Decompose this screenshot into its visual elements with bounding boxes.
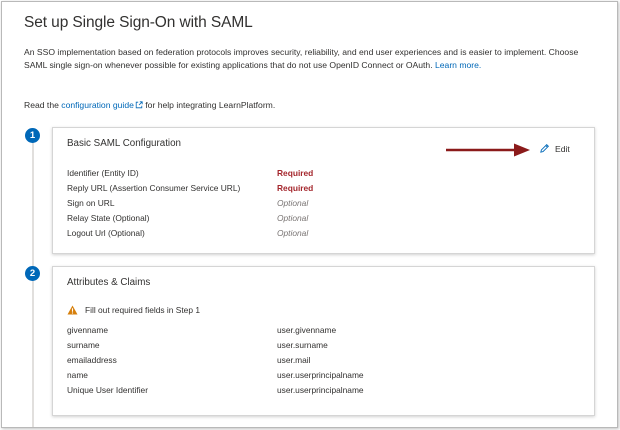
edit-label: Edit: [555, 143, 570, 154]
page-title: Set up Single Sign-On with SAML: [24, 14, 253, 31]
field-label: Relay State (Optional): [67, 213, 150, 223]
field-label: Sign on URL: [67, 198, 115, 208]
claim-name: givenname: [67, 325, 108, 335]
claim-value: user.mail: [277, 355, 311, 365]
pencil-icon: [540, 144, 549, 153]
annotation-arrow-icon: [446, 143, 530, 157]
field-status: Optional: [277, 228, 309, 238]
warning-triangle-icon: [67, 305, 78, 315]
field-status: Required: [277, 183, 314, 193]
step-2-badge: 2: [25, 266, 40, 281]
learn-more-link[interactable]: Learn more.: [435, 60, 481, 70]
field-label: Identifier (Entity ID): [67, 168, 139, 178]
edit-button[interactable]: Edit: [539, 143, 570, 154]
configuration-guide-line: Read the configuration guide for help in…: [24, 100, 275, 110]
saml-setup-panel: Set up Single Sign-On with SAML An SSO i…: [1, 1, 618, 428]
claim-name: surname: [67, 340, 100, 350]
step-1-badge: 1: [25, 128, 40, 143]
intro-text: An SSO implementation based on federatio…: [24, 47, 579, 70]
field-label: Logout Url (Optional): [67, 228, 145, 238]
claim-name: name: [67, 370, 88, 380]
attributes-claims-card: Attributes & Claims Fill out required fi…: [52, 266, 595, 416]
claim-value: user.surname: [277, 340, 328, 350]
card-title: Attributes & Claims: [67, 277, 151, 288]
steps-timeline: [32, 138, 34, 427]
field-status: Optional: [277, 198, 309, 208]
intro-paragraph: An SSO implementation based on federatio…: [24, 46, 592, 71]
claim-name: emailaddress: [67, 355, 117, 365]
field-status: Required: [277, 168, 314, 178]
claim-name: Unique User Identifier: [67, 385, 148, 395]
claim-value: user.givenname: [277, 325, 337, 335]
configuration-guide-link[interactable]: configuration guide: [61, 100, 143, 110]
claim-value: user.userprincipalname: [277, 370, 364, 380]
read-prefix: Read the: [24, 100, 59, 110]
field-status: Optional: [277, 213, 309, 223]
card-title: Basic SAML Configuration: [67, 138, 181, 149]
warning-text: Fill out required fields in Step 1: [85, 305, 200, 315]
external-link-icon: [135, 101, 143, 109]
step-warning: Fill out required fields in Step 1: [67, 305, 200, 315]
field-label: Reply URL (Assertion Consumer Service UR…: [67, 183, 241, 193]
read-suffix: for help integrating LearnPlatform.: [145, 100, 276, 110]
claim-value: user.userprincipalname: [277, 385, 364, 395]
configuration-guide-link-text: configuration guide: [61, 100, 134, 110]
